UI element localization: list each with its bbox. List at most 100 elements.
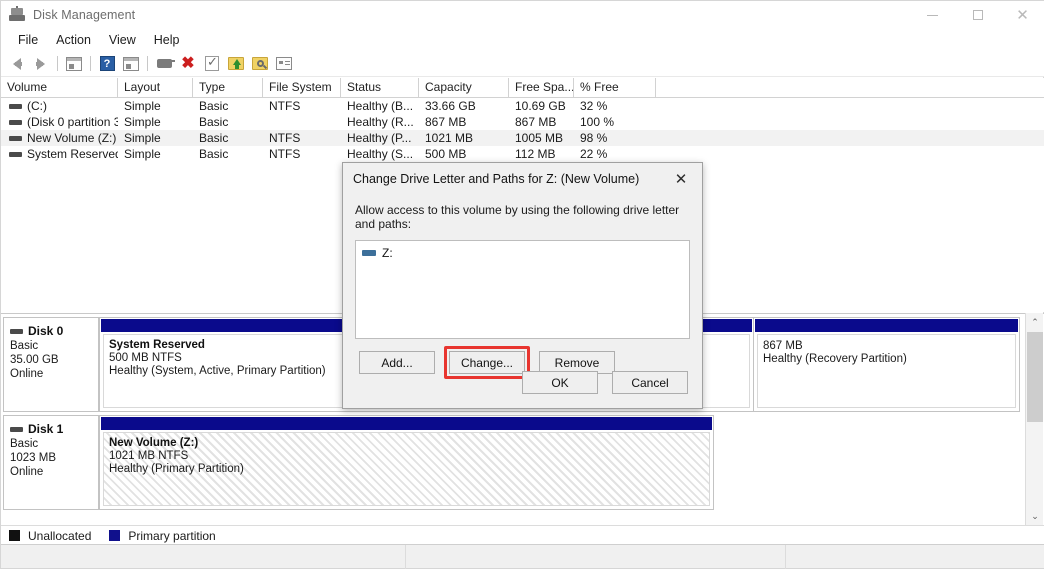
- column-header-layout[interactable]: Layout: [118, 78, 193, 97]
- legend-swatch: [9, 530, 20, 541]
- legend-swatch: [109, 530, 121, 541]
- cell-label: (Disk 0 partition 3): [27, 115, 118, 129]
- cell-status: Healthy (R...: [347, 115, 414, 129]
- menu-help[interactable]: Help: [145, 31, 189, 49]
- dialog-title-bar: Change Drive Letter and Paths for Z: (Ne…: [343, 163, 702, 195]
- volume-list-header: Volume Layout Type File System Status Capacit…: [1, 78, 1044, 98]
- cell-percent-free: 100 %: [580, 115, 615, 129]
- cell-percent-free: 22 %: [580, 147, 608, 161]
- properties-icon[interactable]: [273, 53, 295, 75]
- title-bar: Disk Management ✕: [1, 1, 1044, 29]
- maximize-button[interactable]: [955, 1, 1000, 29]
- scroll-up-arrow-icon[interactable]: ⌃: [1026, 313, 1044, 331]
- disk-row: Disk 1 Basic 1023 MB Online New Volume (Z:) 1…: [3, 415, 1044, 510]
- partition-strip: New Volume (Z:) 1021 MB NTFS Healthy (Prim…: [99, 415, 1044, 510]
- graphic-disk-view: Disk 0 Basic 35.00 GB Online System Reserved…: [1, 313, 1044, 525]
- disk-management-window: Disk Management ✕ File Action View Help …: [0, 0, 1044, 569]
- column-header-status[interactable]: Status: [341, 78, 419, 97]
- drive-icon: [9, 135, 22, 141]
- column-header-type[interactable]: Type: [193, 78, 263, 97]
- dialog-description: Allow access to this volume by using the…: [355, 203, 680, 231]
- legend: Unallocated Primary partition: [1, 525, 1044, 545]
- disk-state: Online: [10, 466, 44, 478]
- explore-volume-icon[interactable]: [249, 53, 271, 75]
- column-header--free[interactable]: % Free: [574, 78, 656, 97]
- drive-icon: [9, 103, 22, 109]
- delete-icon[interactable]: ✖: [177, 53, 199, 75]
- cell-volume: (C:): [1, 99, 118, 113]
- partition-color-bar: [755, 319, 1018, 332]
- cell-free-space: 867 MB: [515, 115, 557, 129]
- scroll-down-arrow-icon[interactable]: ⌄: [1026, 507, 1044, 525]
- dialog-close-icon[interactable]: ✕: [660, 163, 702, 195]
- disk-size: 35.00 GB: [10, 354, 59, 366]
- forward-icon[interactable]: [30, 53, 52, 75]
- disk-type: Basic: [10, 438, 39, 450]
- cell-status: Healthy (B...: [347, 99, 414, 113]
- disk-management-icon: [9, 6, 25, 22]
- menu-action[interactable]: Action: [47, 31, 100, 49]
- extend-volume-icon[interactable]: [225, 53, 247, 75]
- toolbar: ? ✖: [1, 51, 1044, 77]
- disk-info-panel[interactable]: Disk 1 Basic 1023 MB Online: [3, 415, 99, 510]
- disk-info-panel[interactable]: Disk 0 Basic 35.00 GB Online: [3, 317, 99, 412]
- minimize-button[interactable]: [910, 1, 955, 29]
- table-row[interactable]: (Disk 0 partition 3) Simple Basic Healthy (…: [1, 114, 1044, 130]
- cell-volume: New Volume (Z:): [1, 131, 118, 145]
- cell-status: Healthy (P...: [347, 131, 412, 145]
- partition-title: System Reserved: [109, 339, 205, 351]
- cell-free-space: 1005 MB: [515, 131, 564, 145]
- cell-capacity: 867 MB: [425, 115, 467, 129]
- cell-capacity: 500 MB: [425, 147, 467, 161]
- column-header-free-spa[interactable]: Free Spa...: [509, 78, 574, 97]
- cell-free-space: 112 MB: [515, 147, 556, 161]
- drive-icon: [9, 151, 22, 157]
- scrollbar-thumb[interactable]: [1027, 332, 1043, 422]
- table-row[interactable]: New Volume (Z:) Simple Basic NTFS Healthy (P…: [1, 130, 1044, 146]
- cell-file-system: NTFS: [269, 131, 301, 145]
- cell-layout: Simple: [124, 99, 161, 113]
- disk-name-row: Disk 1: [10, 422, 98, 436]
- column-header-capacity[interactable]: Capacity: [419, 78, 509, 97]
- partition-block[interactable]: 867 MB Healthy (Recovery Partition): [754, 317, 1020, 412]
- toolbar-separator: [147, 56, 148, 71]
- graphic-view-scrollbar[interactable]: ⌃ ⌄: [1025, 313, 1043, 525]
- toolbar-separator: [57, 56, 58, 71]
- help-icon[interactable]: ?: [96, 53, 118, 75]
- drive-icon: [9, 119, 22, 125]
- drive-icon: [10, 328, 23, 334]
- drive-properties-icon[interactable]: [153, 53, 175, 75]
- cell-status: Healthy (S...: [347, 147, 414, 161]
- list-item[interactable]: Z:: [362, 246, 689, 260]
- dialog-title: Change Drive Letter and Paths for Z: (Ne…: [353, 172, 640, 186]
- menu-view[interactable]: View: [100, 31, 145, 49]
- partition-details: New Volume (Z:) 1021 MB NTFS Healthy (Prim…: [103, 432, 710, 506]
- drive-icon: [10, 426, 23, 432]
- window-title: Disk Management: [33, 8, 136, 22]
- menu-file[interactable]: File: [9, 31, 47, 49]
- cell-label: System Reserved: [27, 147, 118, 161]
- table-row[interactable]: System Reserved Simple Basic NTFS Healthy (S…: [1, 146, 1044, 162]
- window-controls: ✕: [910, 1, 1044, 29]
- table-row[interactable]: (C:) Simple Basic NTFS Healthy (B... 33.66 GB…: [1, 98, 1044, 114]
- show-hide-action-pane-icon[interactable]: [120, 53, 142, 75]
- legend-label: Primary partition: [128, 528, 216, 543]
- show-hide-console-tree-icon[interactable]: [63, 53, 85, 75]
- cell-capacity: 33.66 GB: [425, 99, 476, 113]
- column-header-file-system[interactable]: File System: [263, 78, 341, 97]
- partition-block[interactable]: New Volume (Z:) 1021 MB NTFS Healthy (Prim…: [99, 415, 714, 510]
- cell-percent-free: 98 %: [580, 131, 608, 145]
- list-item-label: Z:: [382, 246, 393, 260]
- drive-icon: [362, 250, 376, 256]
- partition-details: 867 MB Healthy (Recovery Partition): [757, 334, 1016, 408]
- status-bar: [1, 544, 1044, 569]
- close-button[interactable]: ✕: [1000, 1, 1044, 29]
- partition-status: Healthy (Recovery Partition): [763, 353, 907, 365]
- column-header-volume[interactable]: Volume: [1, 78, 118, 97]
- menu-bar: File Action View Help: [1, 29, 1044, 51]
- drive-paths-list[interactable]: Z:: [355, 240, 690, 339]
- checkbox-icon[interactable]: [201, 53, 223, 75]
- back-icon[interactable]: [6, 53, 28, 75]
- status-segment: [406, 545, 786, 569]
- cell-free-space: 10.69 GB: [515, 99, 566, 113]
